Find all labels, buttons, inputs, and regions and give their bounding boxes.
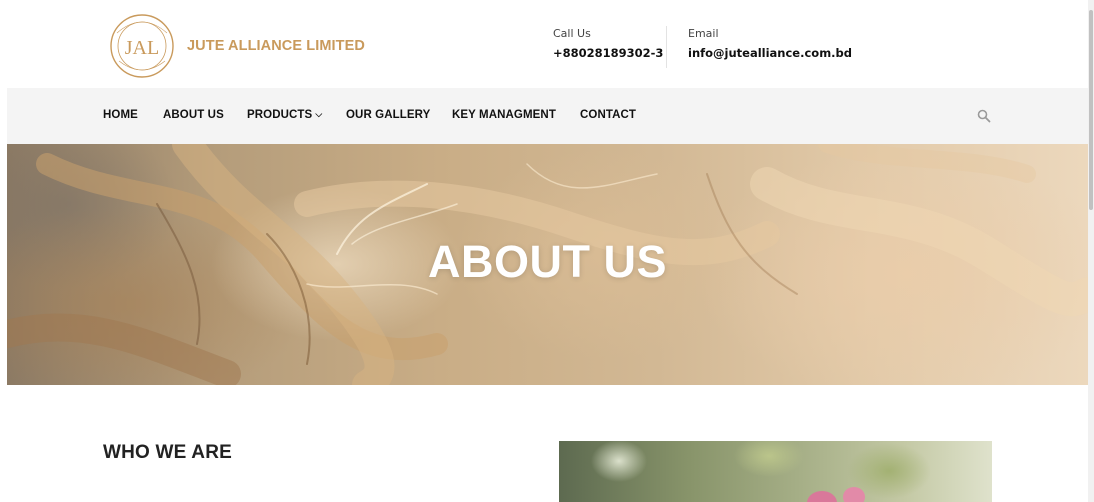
main-navigation: HOME ABOUT US PRODUCTS ⌵ OUR GALLERY KEY …	[7, 88, 1088, 144]
email-label: Email	[688, 27, 719, 40]
call-us-block: Call Us +88028189302-3	[553, 27, 663, 60]
svg-text:JAL: JAL	[125, 37, 159, 59]
nav-our-gallery[interactable]: OUR GALLERY	[346, 109, 430, 121]
email-block: Email info@jutealliance.com.bd	[688, 27, 852, 60]
call-us-number[interactable]: +88028189302-3	[553, 46, 663, 60]
nav-about-us[interactable]: ABOUT US	[163, 109, 224, 121]
who-we-are-heading: WHO WE ARE	[103, 442, 233, 463]
scrollbar-thumb[interactable]	[1089, 10, 1093, 210]
email-address[interactable]: info@jutealliance.com.bd	[688, 46, 852, 60]
jal-seal-logo-icon: JAL	[110, 14, 174, 78]
chevron-down-icon: ⌵	[315, 109, 323, 119]
brand-name[interactable]: JUTE ALLIANCE LIMITED	[187, 38, 365, 54]
flower-photo	[559, 441, 992, 502]
site-logo[interactable]: JAL	[103, 13, 181, 79]
site-header: JAL JUTE ALLIANCE LIMITED Call Us +88028…	[0, 0, 1088, 88]
flower-bloom	[807, 491, 837, 502]
nav-contact[interactable]: CONTACT	[580, 109, 636, 121]
hero-banner: ABOUT US	[7, 144, 1088, 385]
hero-title: ABOUT US	[428, 236, 667, 287]
call-us-label: Call Us	[553, 27, 591, 40]
nav-home[interactable]: HOME	[103, 109, 138, 121]
nav-products[interactable]: PRODUCTS ⌵	[247, 109, 322, 121]
header-divider	[666, 26, 667, 68]
nav-key-managment[interactable]: KEY MANAGMENT	[452, 109, 556, 121]
search-icon[interactable]	[977, 109, 991, 123]
nav-products-label: PRODUCTS	[247, 109, 313, 121]
flower-bloom	[843, 487, 865, 502]
